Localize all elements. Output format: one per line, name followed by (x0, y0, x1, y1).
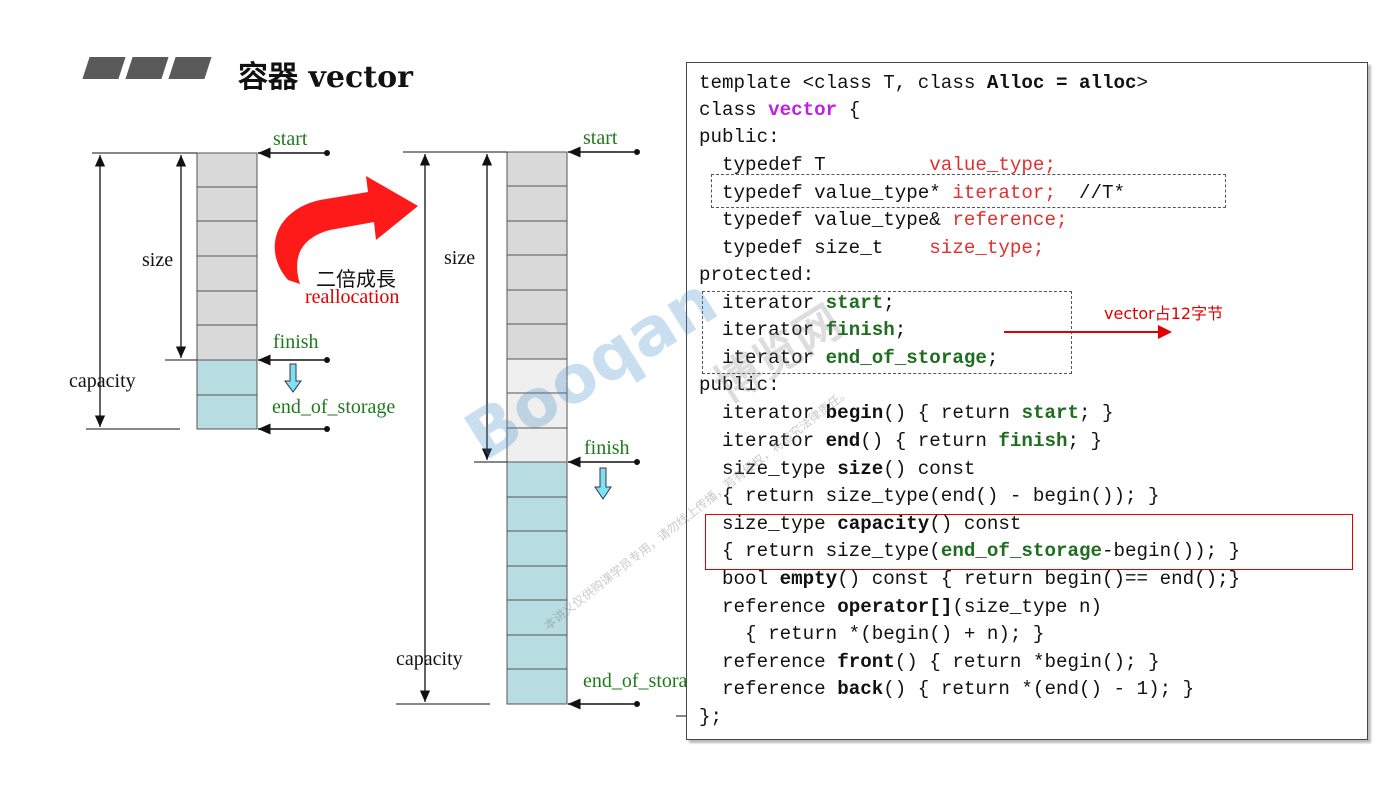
left-cell-8 (196, 394, 258, 430)
code-line-13: iterator begin() { return start; } (699, 402, 1114, 424)
code-line-23: reference back() { return *(end() - 1); … (699, 678, 1195, 700)
code-line-22: reference front() { return *begin(); } (699, 651, 1160, 673)
code-line-2: class vector { (699, 99, 861, 121)
iterator-typedef-box (711, 174, 1226, 208)
left-capacity-label: capacity (69, 370, 136, 392)
code-line-3: public: (699, 126, 780, 148)
reallocation-label: reallocation (305, 286, 400, 308)
code-line-19: bool empty() const { return begin()== en… (699, 568, 1241, 590)
left-cell-4 (196, 255, 258, 292)
left-growth-down-icon (284, 363, 302, 393)
left-cell-3 (196, 220, 258, 257)
left-start-label: start (273, 128, 308, 150)
code-line-24: }; (699, 706, 723, 728)
capacity-highlight-box (705, 514, 1353, 570)
code-line-21: { return *(begin() + n); } (699, 623, 1045, 645)
code-line-12: public: (699, 374, 780, 396)
code-line-14: iterator end() { return finish; } (699, 430, 1103, 452)
code-line-6: typedef value_type& reference; (699, 209, 1068, 231)
right-growth-down-icon (594, 467, 612, 500)
right-finish-label: finish (584, 437, 630, 459)
code-line-1: template <class T, class Alloc = alloc> (699, 72, 1149, 94)
left-cell-6 (196, 324, 258, 361)
left-cell-2 (196, 186, 258, 222)
right-capacity-label: capacity (396, 648, 463, 670)
right-start-label: start (583, 127, 618, 149)
left-cell-1 (196, 152, 258, 188)
left-finish-label: finish (273, 331, 319, 353)
left-vector-cells (196, 152, 258, 430)
left-end-of-storage-label: end_of_storage (272, 396, 396, 418)
right-vector-cells (506, 151, 568, 705)
code-panel: template <class T, class Alloc = alloc> … (686, 62, 1368, 740)
code-line-20: reference operator[](size_type n) (699, 596, 1103, 618)
left-cell-5 (196, 290, 258, 326)
code-line-15: size_type size() const (699, 458, 976, 480)
left-cell-7 (196, 359, 258, 396)
code-line-8: protected: (699, 264, 815, 286)
right-size-label: size (444, 247, 476, 269)
left-size-label: size (142, 249, 174, 271)
code-line-7: typedef size_t size_type; (699, 237, 1045, 259)
vector-size-note: vector占12字节 (1104, 304, 1224, 323)
code-line-16: { return size_type(end() - begin()); } (699, 485, 1160, 507)
